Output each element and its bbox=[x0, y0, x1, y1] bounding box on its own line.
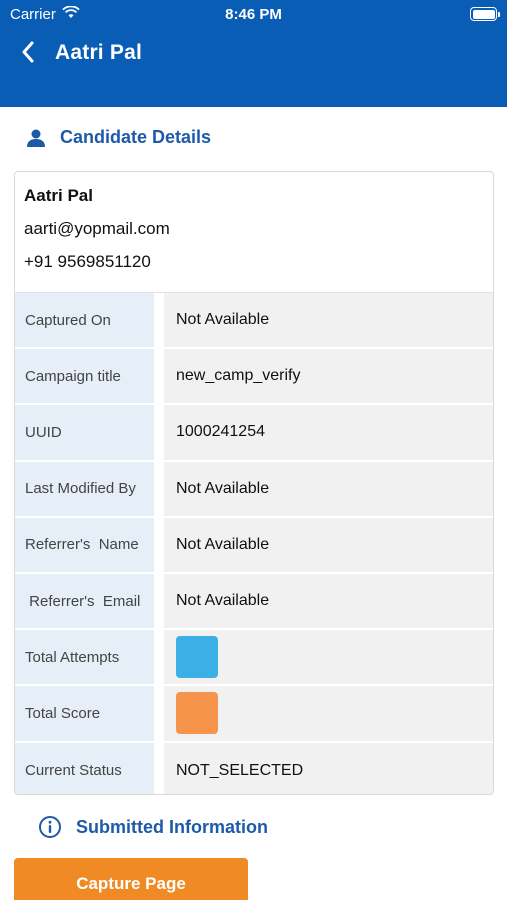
back-button[interactable] bbox=[14, 38, 42, 66]
row-value-swatch-cell bbox=[164, 630, 493, 685]
row-divider bbox=[154, 293, 164, 348]
row-value-swatch-cell bbox=[164, 686, 493, 741]
row-label: Referrer's Email bbox=[15, 573, 154, 629]
navigation-bar: Aatri Pal bbox=[0, 28, 507, 78]
row-value: Not Available bbox=[164, 573, 493, 629]
table-row: Last Modified By Not Available bbox=[15, 461, 493, 518]
row-value: Not Available bbox=[164, 293, 493, 348]
row-value: new_camp_verify bbox=[164, 349, 493, 404]
row-divider bbox=[154, 349, 164, 404]
page-title: Aatri Pal bbox=[55, 41, 142, 64]
submitted-information-header[interactable]: Submitted Information bbox=[38, 815, 268, 839]
row-label: UUID bbox=[15, 405, 154, 460]
candidate-summary: Aatri Pal aarti@yopmail.com +91 95698511… bbox=[15, 172, 493, 293]
chevron-left-icon bbox=[22, 41, 34, 63]
capture-page-button[interactable]: Capture Page bbox=[14, 858, 248, 900]
info-icon bbox=[39, 816, 61, 838]
candidate-name: Aatri Pal bbox=[24, 186, 93, 205]
submitted-information-title: Submitted Information bbox=[76, 816, 268, 837]
table-row: Referrer's Email Not Available bbox=[15, 573, 493, 631]
row-value: NOT_SELECTED bbox=[164, 742, 493, 794]
table-row: UUID 1000241254 bbox=[15, 405, 493, 462]
color-swatch bbox=[176, 636, 218, 679]
person-icon bbox=[27, 129, 45, 147]
row-label: Referrer's Name bbox=[15, 517, 154, 572]
row-label: Total Score bbox=[15, 686, 154, 741]
row-divider bbox=[154, 461, 164, 516]
row-value: Not Available bbox=[164, 461, 493, 516]
candidate-details-header: Candidate Details bbox=[26, 127, 211, 148]
row-label: Total Attempts bbox=[15, 630, 154, 685]
candidate-card: Aatri Pal aarti@yopmail.com +91 95698511… bbox=[14, 171, 494, 795]
candidate-details-title: Candidate Details bbox=[60, 127, 212, 147]
row-label: Captured On bbox=[15, 293, 154, 348]
status-time: 8:46 PM bbox=[225, 6, 282, 23]
table-row: Total Score bbox=[15, 686, 493, 743]
details-table: Captured On Not Available Campaign title ne… bbox=[15, 293, 493, 794]
top-bar: Carrier 8:46 PM Aatri Pal bbox=[0, 0, 507, 107]
status-bar: Carrier 8:46 PM bbox=[0, 0, 507, 28]
row-divider bbox=[154, 405, 164, 460]
row-value: 1000241254 bbox=[164, 405, 493, 460]
table-row: Current Status NOT_SELECTED bbox=[15, 742, 493, 794]
row-label: Current Status bbox=[15, 742, 154, 794]
candidate-email: aarti@yopmail.com bbox=[24, 219, 170, 238]
row-label: Campaign title bbox=[15, 349, 154, 404]
battery-icon bbox=[470, 7, 500, 21]
color-swatch bbox=[176, 692, 218, 735]
table-row: Captured On Not Available bbox=[15, 293, 493, 350]
candidate-phone: +91 9569851120 bbox=[24, 252, 151, 271]
row-divider bbox=[154, 517, 164, 572]
table-row: Campaign title new_camp_verify bbox=[15, 349, 493, 406]
table-row: Referrer's Name Not Available bbox=[15, 517, 493, 574]
row-divider bbox=[154, 573, 164, 629]
row-divider bbox=[154, 742, 164, 794]
row-label: Last Modified By bbox=[15, 461, 154, 516]
row-divider bbox=[154, 630, 164, 685]
row-value: Not Available bbox=[164, 517, 493, 572]
table-row: Total Attempts bbox=[15, 630, 493, 687]
row-divider bbox=[154, 686, 164, 741]
